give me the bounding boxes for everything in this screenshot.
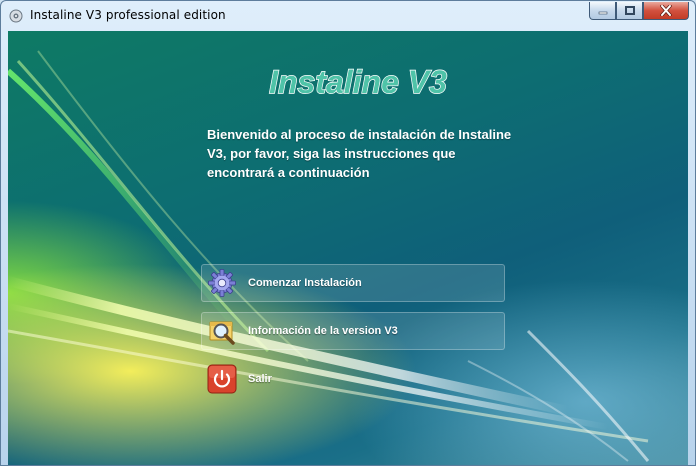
- exit-label: Salir: [248, 373, 272, 385]
- close-button[interactable]: [643, 2, 689, 20]
- window-controls: [589, 2, 689, 22]
- magnifier-icon: [206, 315, 238, 347]
- title-bar[interactable]: Instaline V3 professional edition: [1, 1, 695, 31]
- minimize-icon: [598, 11, 607, 14]
- installer-background: Instaline V3 Bienvenido al proceso de in…: [8, 31, 688, 465]
- welcome-message: Bienvenido al proceso de instalación de …: [207, 127, 512, 180]
- installer-window: Instaline V3 professional edition Instal…: [0, 0, 696, 466]
- version-info-button[interactable]: Información de la version V3: [201, 312, 505, 350]
- start-installation-button[interactable]: Comenzar Instalación: [201, 264, 505, 302]
- instaline-logo: Instaline V3: [268, 63, 447, 100]
- maximize-icon: [624, 6, 635, 15]
- gear-icon: [206, 267, 238, 299]
- exit-button[interactable]: Salir: [201, 360, 505, 398]
- window-title: Instaline V3 professional edition: [30, 8, 226, 22]
- close-icon: [660, 5, 672, 16]
- version-info-label: Información de la version V3: [248, 325, 398, 337]
- app-icon: [9, 9, 23, 23]
- power-icon: [206, 363, 238, 395]
- start-installation-label: Comenzar Instalación: [248, 277, 362, 289]
- minimize-button[interactable]: [589, 2, 616, 20]
- maximize-button[interactable]: [616, 2, 643, 20]
- logo-text: Instaline V3: [269, 64, 447, 100]
